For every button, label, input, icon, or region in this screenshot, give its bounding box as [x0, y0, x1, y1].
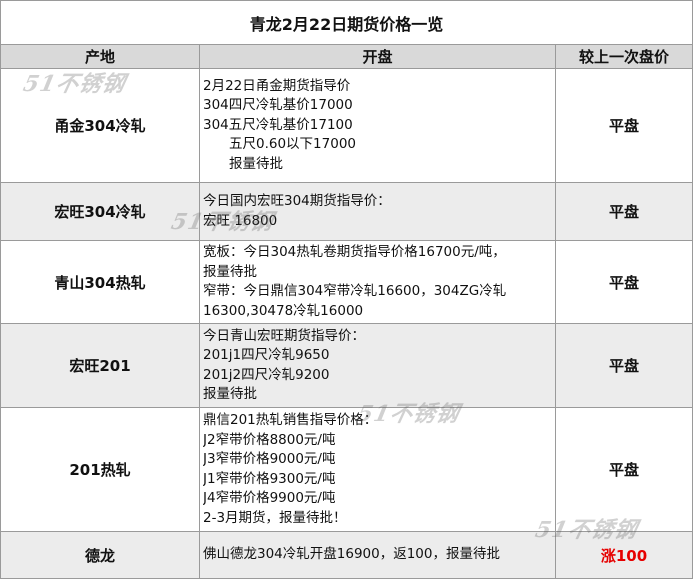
change-cell: 涨100	[554, 531, 693, 579]
table-row: 德龙 佛山德龙304冷轧开盘16900，返100，报量待批 涨100	[0, 531, 693, 579]
region-cell: 201热轧	[0, 407, 200, 532]
change-cell: 平盘	[554, 68, 693, 183]
price-line: J4窄带价格9900元/吨	[203, 490, 336, 506]
table-row: 宏旺304冷轧 今日国内宏旺304期货指导价： 宏旺 16800 平盘	[0, 182, 693, 241]
open-price-cell: 鼎信201热轧销售指导价格： J2窄带价格8800元/吨 J3窄带价格9000元/吨…	[199, 407, 556, 532]
open-price-cell: 佛山德龙304冷轧开盘16900，返100，报量待批	[199, 531, 556, 579]
table-row: 201热轧 鼎信201热轧销售指导价格： J2窄带价格8800元/吨 J3窄带价格90…	[0, 407, 693, 532]
price-line: 304五尺冷轧基价17100	[203, 116, 353, 133]
price-line: 今日青山宏旺期货指导价：	[203, 327, 365, 344]
price-line: 宽板：今日304热轧卷期货指导价格16700元/吨，	[203, 244, 506, 260]
price-line: J1窄带价格9300元/吨	[203, 470, 336, 487]
open-price-cell: 今日青山宏旺期货指导价： 201j1四尺冷轧9650 201j2四尺冷轧9200 报量…	[199, 323, 556, 408]
price-line: 304四尺冷轧基价17000	[203, 97, 353, 114]
price-line: J2窄带价格8800元/吨	[203, 431, 336, 448]
price-line: 201j1四尺冷轧9650	[203, 347, 330, 363]
price-line: 五尺0.60以下17000	[229, 136, 357, 153]
price-line: 佛山德龙304冷轧开盘16900，返100，报量待批	[203, 546, 500, 563]
open-price-cell: 2月22日甬金期货指导价 304四尺冷轧基价17000 304五尺冷轧基价17100…	[199, 68, 556, 183]
table-row: 甬金304冷轧 2月22日甬金期货指导价 304四尺冷轧基价17000 304五尺冷轧…	[0, 68, 693, 183]
open-price-cell: 今日国内宏旺304期货指导价： 宏旺 16800	[199, 182, 556, 241]
price-line: 今日国内宏旺304期货指导价：	[203, 193, 391, 209]
change-cell: 平盘	[554, 323, 693, 408]
header-change: 较上一次盘价	[554, 44, 693, 69]
price-line: 报量待批	[229, 155, 283, 172]
change-cell: 平盘	[554, 407, 693, 532]
price-line: 2月22日甬金期货指导价	[203, 77, 351, 94]
region-cell: 德龙	[0, 531, 200, 579]
price-line: 201j2四尺冷轧9200	[203, 366, 330, 383]
table-row: 青山304热轧 宽板：今日304热轧卷期货指导价格16700元/吨， 报量待批窄带：…	[0, 240, 693, 324]
region-cell: 青山304热轧	[0, 240, 200, 324]
price-table: 青龙2月22日期货价格一览 产地 开盘 较上一次盘价 甬金304冷轧 2月22日甬…	[0, 0, 693, 579]
price-line: 窄带：今日鼎信304窄带冷轧16600，304ZG冷轧	[203, 283, 507, 299]
price-line: J3窄带价格9000元/吨	[203, 451, 336, 467]
price-line: 鼎信201热轧销售指导价格：	[203, 412, 378, 428]
region-cell: 宏旺201	[0, 323, 200, 408]
table-row: 宏旺201 今日青山宏旺期货指导价： 201j1四尺冷轧9650 201j2四尺冷轧9…	[0, 323, 693, 408]
change-cell: 平盘	[554, 240, 693, 324]
price-line: 报量待批	[203, 386, 257, 402]
header-region: 产地	[0, 44, 200, 69]
region-cell: 宏旺304冷轧	[0, 182, 200, 241]
header-open: 开盘	[199, 44, 556, 69]
price-line: 2-3月期货，报量待批！	[203, 509, 347, 526]
region-cell: 甬金304冷轧	[0, 68, 200, 183]
open-price-cell: 宽板：今日304热轧卷期货指导价格16700元/吨， 报量待批窄带：今日鼎信304…	[199, 240, 556, 324]
price-line: 报量待批	[203, 263, 257, 280]
table-title: 青龙2月22日期货价格一览	[0, 0, 693, 45]
price-line: 16300,30478冷轧16000	[203, 302, 364, 319]
price-line: 宏旺 16800	[203, 212, 278, 229]
change-cell: 平盘	[554, 182, 693, 241]
